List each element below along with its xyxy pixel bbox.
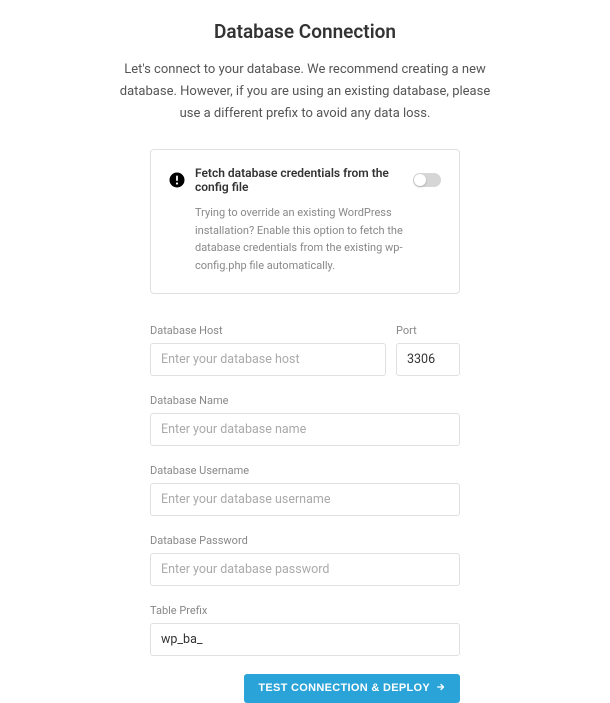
table-prefix-input[interactable] (150, 623, 460, 656)
arrow-right-icon (436, 682, 446, 695)
db-host-input[interactable] (150, 343, 386, 376)
db-name-label: Database Name (150, 394, 460, 407)
page-subtitle: Let's connect to your database. We recom… (115, 59, 495, 125)
db-port-label: Port (396, 324, 460, 337)
test-connection-deploy-button[interactable]: TEST CONNECTION & DEPLOY (244, 674, 460, 703)
db-password-label: Database Password (150, 534, 460, 547)
db-host-label: Database Host (150, 324, 386, 337)
fetch-credentials-title: Fetch database credentials from the conf… (195, 166, 403, 194)
fetch-credentials-box: Fetch database credentials from the conf… (150, 149, 460, 293)
db-username-label: Database Username (150, 464, 460, 477)
db-name-input[interactable] (150, 413, 460, 446)
db-password-input[interactable] (150, 553, 460, 586)
db-username-input[interactable] (150, 483, 460, 516)
table-prefix-label: Table Prefix (150, 604, 460, 617)
info-alert-icon (169, 172, 185, 188)
toggle-knob (414, 174, 426, 186)
submit-button-label: TEST CONNECTION & DEPLOY (258, 682, 430, 694)
fetch-credentials-toggle[interactable] (413, 173, 441, 187)
fetch-credentials-description: Trying to override an existing WordPress… (195, 204, 441, 274)
page-title: Database Connection (75, 20, 535, 43)
db-port-input[interactable] (396, 343, 460, 376)
